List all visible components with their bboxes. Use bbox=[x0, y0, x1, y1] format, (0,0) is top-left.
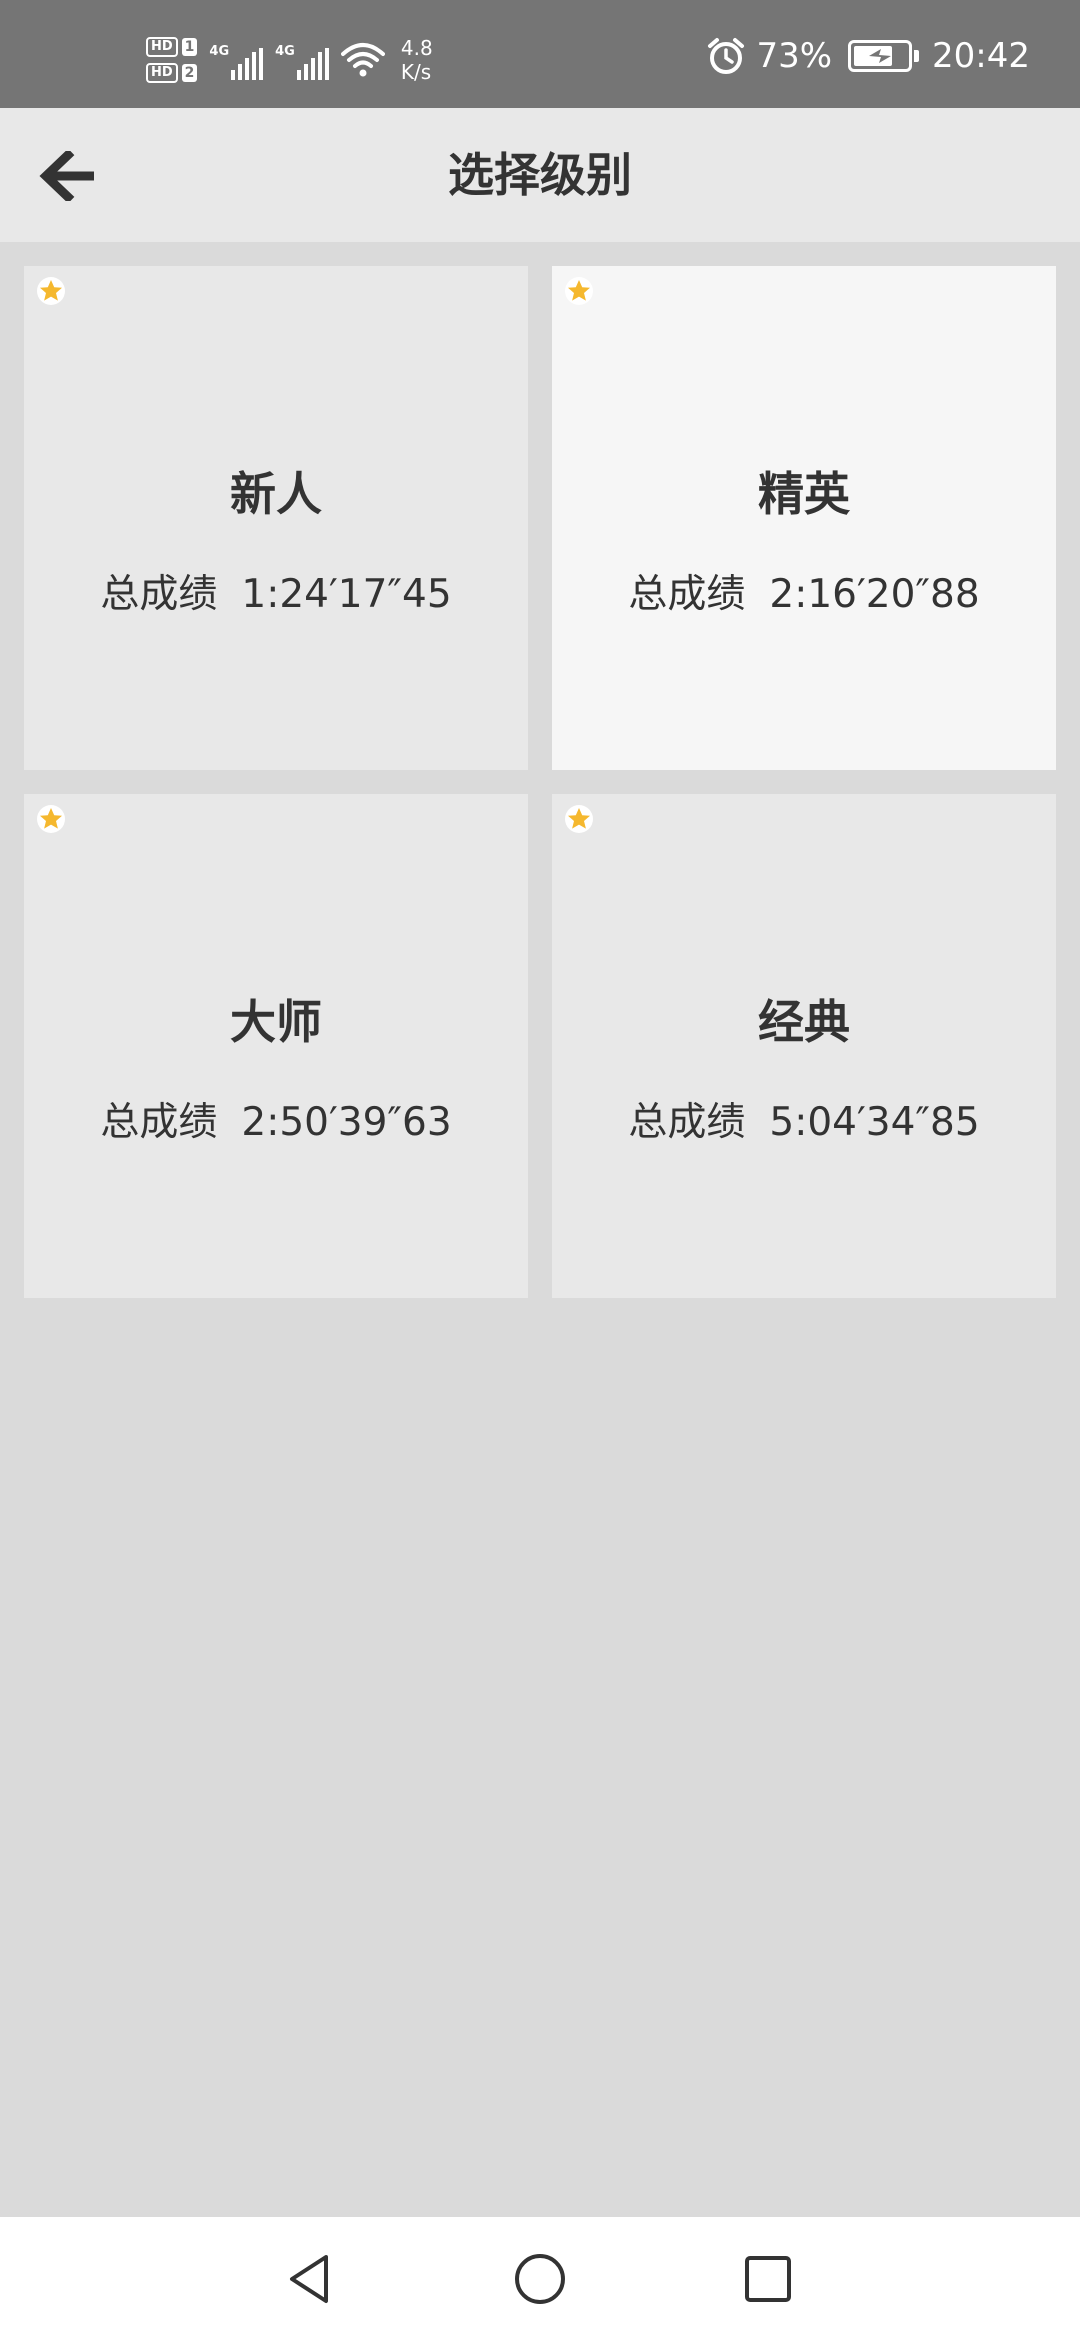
level-card-newbie[interactable]: 新人 总成绩 1:24′17″45 bbox=[24, 266, 528, 770]
level-score: 总成绩 2:16′20″88 bbox=[552, 570, 1056, 620]
status-bar: HD 1 HD 2 4G 4G 4.8 K/s 73% 20:42 bbox=[0, 0, 1080, 108]
sim-number: 2 bbox=[181, 64, 198, 82]
level-card-master[interactable]: 大师 总成绩 2:50′39″63 bbox=[24, 794, 528, 1298]
score-value: 2:50′39″63 bbox=[241, 1100, 452, 1145]
sim-indicators: HD 1 HD 2 bbox=[146, 37, 198, 83]
network-type: 4G bbox=[275, 44, 295, 59]
alarm-icon bbox=[708, 38, 745, 74]
network-2: 4G bbox=[275, 40, 329, 80]
star-icon bbox=[37, 277, 65, 305]
score-value: 1:24′17″45 bbox=[241, 572, 452, 617]
battery-icon bbox=[848, 40, 920, 72]
level-name: 新人 bbox=[230, 467, 322, 521]
signal-icon bbox=[231, 48, 264, 80]
star-icon bbox=[565, 277, 593, 305]
sim-number: 1 bbox=[181, 38, 198, 56]
score-value: 5:04′34″85 bbox=[769, 1100, 980, 1145]
arrow-left-icon bbox=[39, 151, 94, 201]
sim1-indicator: HD 1 bbox=[146, 37, 198, 57]
sim2-indicator: HD 2 bbox=[146, 63, 198, 83]
circle-home-icon bbox=[515, 2254, 565, 2304]
level-card-elite[interactable]: 精英 总成绩 2:16′20″88 bbox=[552, 266, 1056, 770]
network-speed: 4.8 K/s bbox=[401, 36, 433, 84]
star-icon bbox=[37, 805, 65, 833]
battery-percent: 73% bbox=[756, 36, 833, 76]
network-type: 4G bbox=[209, 44, 230, 59]
nav-back-button[interactable] bbox=[262, 2231, 358, 2327]
status-time: 20:42 bbox=[932, 36, 1030, 76]
wifi-icon bbox=[340, 43, 385, 77]
charging-bolt-icon bbox=[869, 49, 892, 63]
hd-badge: HD bbox=[146, 37, 178, 57]
page-title: 选择级别 bbox=[448, 148, 632, 202]
app-header: 选择级别 bbox=[0, 108, 1080, 242]
back-button[interactable] bbox=[28, 138, 108, 214]
level-name: 经典 bbox=[758, 995, 850, 1049]
status-left: HD 1 HD 2 4G 4G 4.8 K/s bbox=[146, 30, 433, 90]
score-label: 总成绩 bbox=[628, 572, 746, 617]
nav-home-button[interactable] bbox=[492, 2231, 588, 2327]
level-score: 总成绩 2:50′39″63 bbox=[24, 1098, 528, 1148]
level-grid: 新人 总成绩 1:24′17″45 精英 总成绩 2:16′20″88 大师 总成绩… bbox=[24, 266, 1056, 1298]
nav-recents-button[interactable] bbox=[720, 2231, 816, 2327]
navigation-bar bbox=[0, 2217, 1080, 2340]
speed-unit: K/s bbox=[400, 60, 432, 84]
signal-icon bbox=[296, 48, 329, 80]
level-card-classic[interactable]: 经典 总成绩 5:04′34″85 bbox=[552, 794, 1056, 1298]
level-score: 总成绩 5:04′34″85 bbox=[552, 1098, 1056, 1148]
star-icon bbox=[565, 805, 593, 833]
triangle-back-icon bbox=[290, 2255, 328, 2303]
level-score: 总成绩 1:24′17″45 bbox=[24, 570, 528, 620]
score-label: 总成绩 bbox=[100, 572, 218, 617]
hd-badge: HD bbox=[146, 63, 178, 83]
score-label: 总成绩 bbox=[100, 1100, 218, 1145]
speed-value: 4.8 bbox=[400, 36, 433, 60]
network-1: 4G bbox=[209, 40, 264, 80]
status-right: 73% 20:42 bbox=[706, 34, 1030, 78]
score-label: 总成绩 bbox=[628, 1100, 746, 1145]
level-name: 大师 bbox=[230, 995, 322, 1049]
level-name: 精英 bbox=[758, 467, 850, 521]
square-recents-icon bbox=[745, 2256, 791, 2302]
score-value: 2:16′20″88 bbox=[769, 572, 980, 617]
